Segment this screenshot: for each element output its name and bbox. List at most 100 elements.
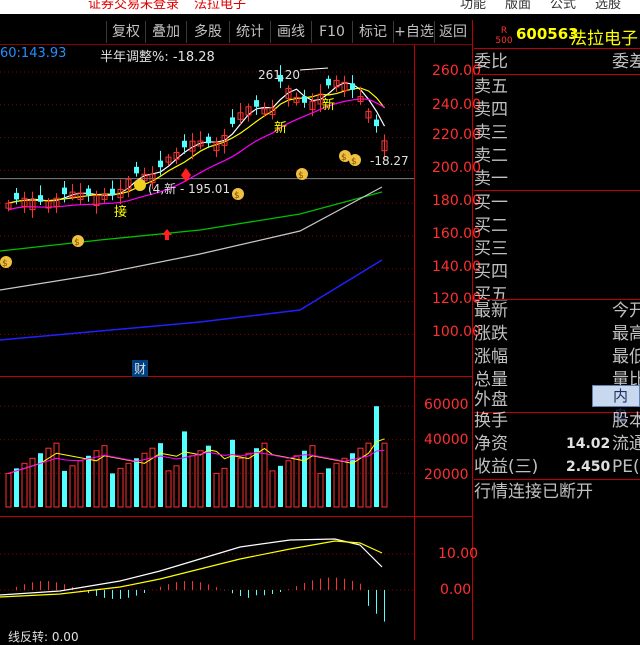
earnings-label: 收益(三) — [474, 457, 539, 477]
weibi-label: 委比 — [474, 52, 508, 72]
draw-line-button[interactable]: 画线 — [270, 21, 311, 43]
macd-tick-10: 10.00 — [438, 546, 479, 562]
candle-body — [62, 187, 67, 195]
volume-bar — [293, 455, 300, 508]
menu-stock-pick[interactable]: 选股 — [595, 0, 621, 13]
sell-4[interactable]: 卖四 — [474, 99, 508, 121]
market-badge: R 500 — [495, 26, 513, 46]
candle-body — [326, 78, 331, 86]
volume-bar — [381, 442, 388, 508]
volume-bar — [38, 453, 43, 507]
buy-1[interactable]: 买一 — [474, 192, 508, 214]
top-menu-bar: 证券交易未登录 法拉电子 功能 版面 公式 选股 — [0, 0, 640, 14]
stat-high: 最高 — [612, 324, 640, 344]
ma60-line — [0, 191, 383, 252]
ma250-line — [0, 259, 383, 341]
stat-latest: 最新 — [474, 301, 508, 321]
volume-bar — [213, 472, 220, 508]
multi-stock-button[interactable]: 多股 — [186, 21, 229, 43]
volume-bar — [173, 465, 180, 508]
stat-outer: 外盘 — [474, 390, 508, 410]
volume-bar — [77, 460, 84, 508]
volume-bar — [189, 455, 196, 508]
mark-button[interactable]: 标记 — [352, 21, 393, 43]
weicha-label: 委差 — [612, 52, 640, 72]
volume-bar — [245, 452, 252, 508]
turnover-label: 换手 — [474, 411, 508, 431]
sell-3[interactable]: 卖三 — [474, 122, 508, 144]
volume-bar — [317, 472, 324, 508]
up-arrow-stem — [165, 234, 169, 240]
new-marker-2: 新 — [322, 98, 336, 113]
volume-bar — [254, 448, 259, 507]
buy-4[interactable]: 买四 — [474, 261, 508, 283]
f10-button[interactable]: F10 — [311, 21, 352, 43]
back-button[interactable]: 返回 — [434, 21, 471, 43]
candlestick-chart[interactable]: $ $ $ $ $ $ — [0, 44, 472, 376]
volume-bar — [110, 473, 115, 507]
buy-2[interactable]: 买二 — [474, 215, 508, 237]
smiley-icon — [134, 179, 146, 191]
inner-disk-button[interactable]: 内盘 — [592, 385, 640, 425]
finance-marker[interactable]: 财 — [132, 360, 149, 377]
candle-body — [134, 166, 139, 174]
connection-status: 行情连接已断开 — [474, 482, 593, 502]
volume-bar — [197, 450, 204, 508]
low-change-label: -18.27 — [370, 154, 409, 168]
vol-tick-40000: 40000 — [424, 432, 469, 448]
weibi-divider — [474, 74, 640, 75]
volume-bar — [117, 467, 124, 508]
sell-1[interactable]: 卖一 — [474, 168, 508, 190]
money-bag-glyph: $ — [341, 153, 347, 163]
stat-open: 今开 — [612, 301, 640, 321]
volume-bar — [86, 455, 91, 507]
candle-body — [14, 192, 19, 200]
vol-tick-60000: 60000 — [424, 397, 469, 413]
take-marker: 接 — [114, 205, 128, 220]
menu-layout[interactable]: 版面 — [505, 0, 531, 13]
half-year-adjust-label: 半年调整%: -18.28 — [100, 50, 215, 65]
volume-bar — [14, 468, 19, 507]
high-price-label: 261.20 — [258, 68, 300, 82]
volume-bar — [285, 460, 292, 508]
macd-chart[interactable] — [0, 517, 414, 640]
money-bag-glyph: $ — [234, 191, 240, 201]
volume-bar — [206, 445, 211, 507]
volume-ma5 — [8, 438, 385, 474]
candle-body — [230, 117, 235, 124]
add-watchlist-button[interactable]: +自选 — [393, 21, 434, 43]
new-marker-1: 新 — [274, 121, 288, 136]
candle-body — [206, 136, 211, 144]
candle-body — [374, 119, 379, 127]
money-bag-glyph: $ — [351, 157, 357, 167]
stat-volume: 总量 — [474, 370, 508, 390]
net-assets-value: 14.02 — [566, 436, 611, 452]
stat-change: 涨跌 — [474, 324, 508, 344]
volume-bar — [341, 457, 348, 508]
volume-bar — [134, 458, 139, 507]
buy-3[interactable]: 买三 — [474, 238, 508, 260]
menu-formula[interactable]: 公式 — [550, 0, 576, 13]
volume-bar — [141, 452, 148, 508]
overlay-button[interactable]: 叠加 — [145, 21, 186, 43]
volume-bar — [333, 462, 340, 508]
quote-panel: R 500 600563 法拉电子 委比 委差 卖五 卖四 卖三 卖二 卖一 买… — [474, 22, 640, 640]
pe-label: PE(动) — [612, 457, 640, 477]
volume-bar — [350, 453, 355, 507]
sell-2[interactable]: 卖二 — [474, 145, 508, 167]
stat-low: 最低 — [612, 347, 640, 367]
volume-bar — [269, 470, 276, 508]
macd-tick-0: 0.00 — [440, 582, 472, 598]
stock-name: 法拉电子 — [570, 29, 638, 49]
volume-bar — [237, 457, 244, 508]
menu-function[interactable]: 功能 — [460, 0, 486, 13]
statistics-button[interactable]: 统计 — [229, 21, 270, 43]
chart-toolbar: 复权 叠加 多股 统计 画线 F10 标记 +自选 返回 — [0, 20, 472, 44]
candle-body — [38, 195, 43, 202]
volume-bar — [261, 442, 268, 508]
login-notice[interactable]: 证券交易未登录 — [88, 0, 179, 13]
sell-5[interactable]: 卖五 — [474, 76, 508, 98]
volume-chart[interactable] — [0, 377, 414, 516]
restore-rights-button[interactable]: 复权 — [106, 21, 145, 43]
volume-bar — [5, 472, 12, 508]
